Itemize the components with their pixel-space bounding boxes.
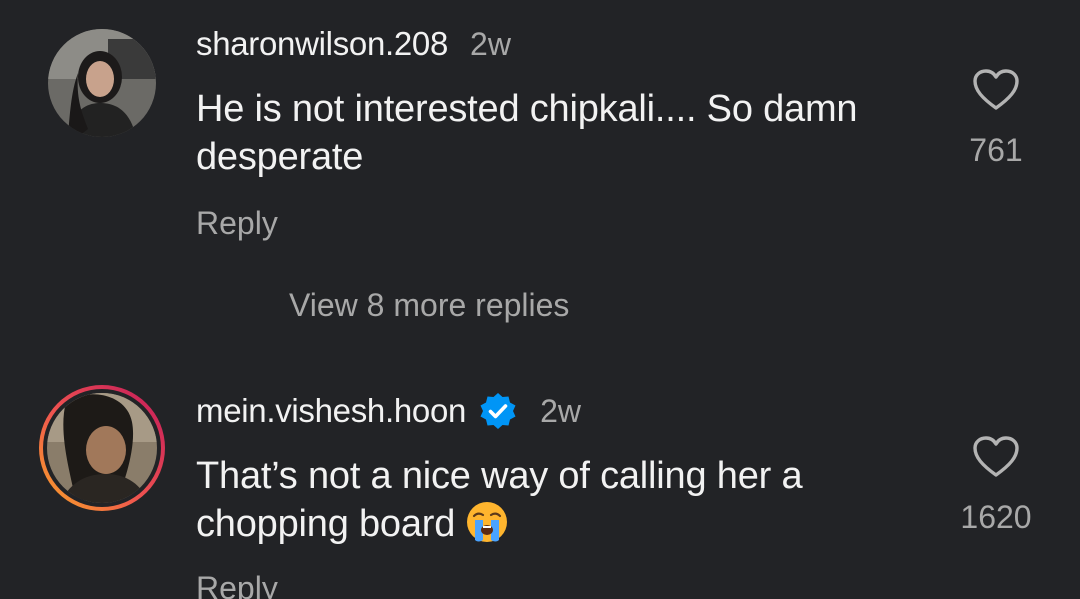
username[interactable]: sharonwilson.208 xyxy=(196,25,448,63)
timestamp: 2w xyxy=(540,392,581,429)
reply-button[interactable]: Reply xyxy=(196,205,278,242)
username[interactable]: mein.vishesh.hoon xyxy=(196,392,466,430)
loudly-crying-face-emoji-icon xyxy=(465,500,509,544)
comment-text: That’s not a nice way of calling her a c… xyxy=(196,452,896,548)
timestamp: 2w xyxy=(470,25,511,62)
view-more-replies-link[interactable]: View 8 more replies xyxy=(289,287,569,324)
profile-photo-story-ring-icon xyxy=(39,385,165,511)
like-control: 761 xyxy=(946,68,1046,169)
reply-button[interactable]: Reply xyxy=(196,570,278,599)
avatar[interactable] xyxy=(48,29,156,137)
comments-list: sharonwilson.208 2w He is not interested… xyxy=(0,0,1080,599)
comment-header: sharonwilson.208 2w xyxy=(196,24,511,64)
verified-badge-icon xyxy=(478,391,518,431)
comment-header: mein.vishesh.hoon 2w xyxy=(196,390,581,432)
profile-photo-icon xyxy=(48,29,156,137)
like-control: 1620 xyxy=(946,435,1046,536)
avatar[interactable] xyxy=(36,382,168,514)
comment-text: He is not interested chipkali.... So dam… xyxy=(196,88,858,178)
like-count: 761 xyxy=(969,132,1023,168)
heart-icon[interactable] xyxy=(972,435,1020,479)
heart-icon[interactable] xyxy=(972,68,1020,112)
like-count: 1620 xyxy=(960,499,1032,535)
